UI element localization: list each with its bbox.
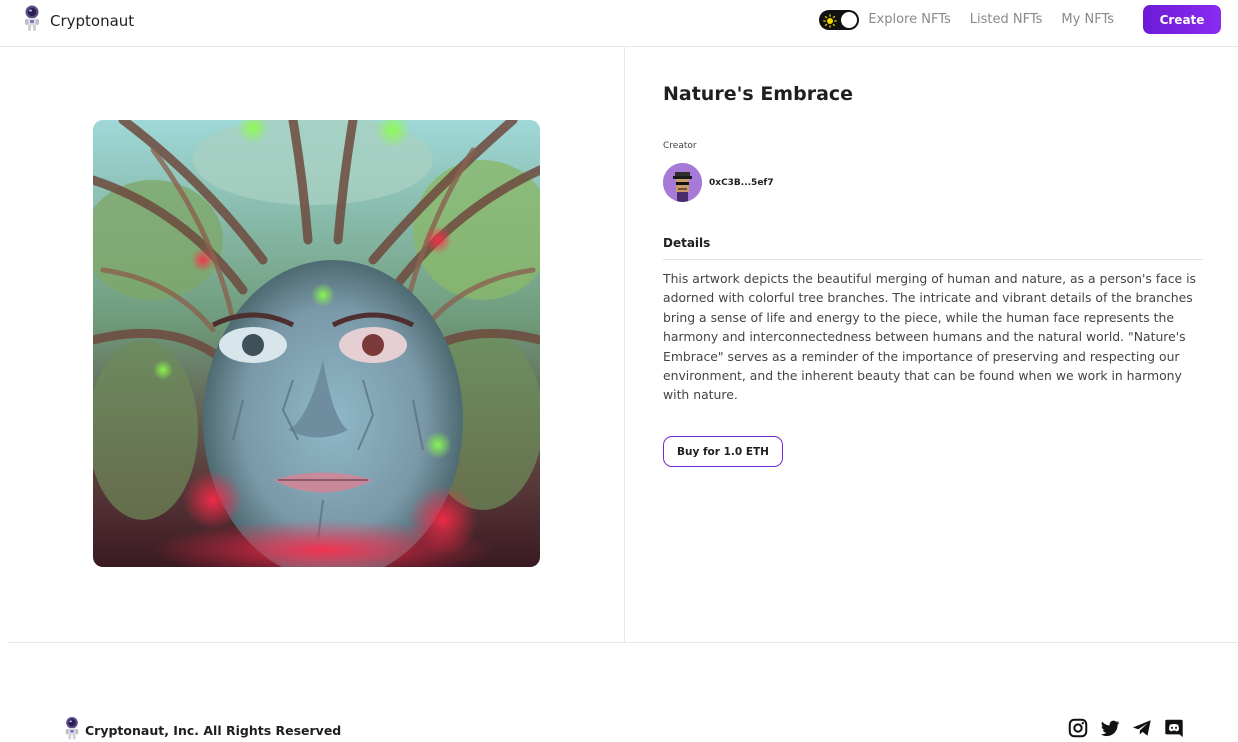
details-heading: Details: [663, 236, 711, 250]
social-links: [1067, 717, 1185, 739]
nav-link-my-nfts[interactable]: My NFTs: [1061, 12, 1114, 27]
astronaut-icon: [23, 5, 41, 36]
details-divider: [663, 259, 1203, 260]
footer-copyright: Cryptonaut, Inc. All Rights Reserved: [85, 723, 342, 738]
nft-detail-section: Nature's Embrace Creator 0xC3B...5ef7 De…: [8, 47, 1238, 643]
brand-link[interactable]: Cryptonaut: [23, 5, 134, 36]
nav-link-listed-nfts[interactable]: Listed NFTs: [970, 12, 1043, 27]
sun-icon: [823, 13, 838, 28]
creator-info[interactable]: 0xC3B...5ef7: [663, 163, 774, 202]
vertical-divider: [624, 47, 625, 643]
discord-icon[interactable]: [1163, 717, 1185, 739]
creator-address[interactable]: 0xC3B...5ef7: [709, 178, 774, 188]
theme-toggle[interactable]: [819, 9, 860, 30]
buy-button[interactable]: Buy for 1.0 ETH: [663, 436, 783, 467]
nav-menu: Explore NFTs Listed NFTs My NFTs Create: [819, 5, 1221, 34]
creator-avatar: [663, 163, 702, 202]
toggle-knob: [841, 11, 858, 28]
nft-title: Nature's Embrace: [663, 83, 854, 105]
instagram-icon[interactable]: [1067, 717, 1089, 739]
twitter-icon[interactable]: [1099, 717, 1121, 739]
brand-name: Cryptonaut: [50, 11, 135, 30]
astronaut-icon: [64, 716, 80, 742]
creator-label: Creator: [663, 141, 697, 151]
create-button[interactable]: Create: [1143, 5, 1221, 34]
nav-link-explore-nfts[interactable]: Explore NFTs: [868, 12, 950, 27]
footer-brand: Cryptonaut, Inc. All Rights Reserved: [64, 716, 341, 742]
telegram-icon[interactable]: [1131, 717, 1153, 739]
navbar: Cryptonaut Explore NFTs Listed NFTs My N…: [0, 0, 1238, 47]
nft-artwork-image: [93, 120, 540, 567]
nft-description: This artwork depicts the beautiful mergi…: [663, 271, 1197, 403]
